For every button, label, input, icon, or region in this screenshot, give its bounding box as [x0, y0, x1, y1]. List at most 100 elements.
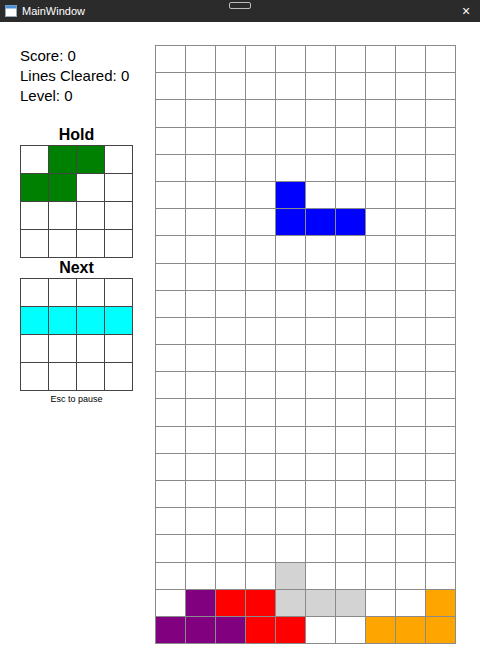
board-cell	[156, 46, 185, 72]
board-cell	[336, 590, 365, 616]
board-cell	[156, 399, 185, 425]
board-cell	[276, 535, 305, 561]
board-cell	[216, 182, 245, 208]
next-cell	[105, 279, 132, 306]
pause-hint: Esc to pause	[20, 392, 133, 406]
snap-handle-icon[interactable]	[229, 2, 251, 9]
hold-cell	[21, 174, 48, 201]
board-cell	[396, 100, 425, 126]
hold-cell	[49, 174, 76, 201]
board-cell	[396, 372, 425, 398]
board-cell	[156, 617, 185, 643]
board-cell	[246, 399, 275, 425]
board-cell	[246, 182, 275, 208]
board-cell	[426, 590, 455, 616]
board-cell	[306, 73, 335, 99]
board-cell	[276, 372, 305, 398]
board-cell	[216, 454, 245, 480]
board-cell	[426, 454, 455, 480]
board-cell	[366, 535, 395, 561]
board-cell	[246, 209, 275, 235]
board-cell	[366, 100, 395, 126]
board-cell	[216, 617, 245, 643]
board-cell	[246, 481, 275, 507]
stat-line: Lines Cleared: 0	[20, 66, 133, 86]
board-cell	[216, 535, 245, 561]
board-cell	[246, 508, 275, 534]
board-cell	[216, 372, 245, 398]
board-cell	[186, 481, 215, 507]
board-cell	[396, 182, 425, 208]
board-cell	[276, 155, 305, 181]
board-cell	[366, 372, 395, 398]
board-cell	[186, 508, 215, 534]
board-cell	[336, 73, 365, 99]
board-cell	[246, 100, 275, 126]
board-cell	[186, 563, 215, 589]
board-cell	[156, 182, 185, 208]
board-cell	[366, 481, 395, 507]
board-cell	[246, 128, 275, 154]
next-cell	[21, 335, 48, 362]
board-cell	[336, 318, 365, 344]
close-button[interactable]: ×	[452, 0, 480, 22]
next-cell	[105, 363, 132, 390]
board-cell	[276, 563, 305, 589]
board-cell	[216, 291, 245, 317]
board-cell	[366, 182, 395, 208]
app-icon	[5, 5, 17, 17]
board-cell	[336, 264, 365, 290]
board-cell	[156, 508, 185, 534]
board-cell	[276, 236, 305, 262]
board-cell	[216, 481, 245, 507]
board-cell	[216, 128, 245, 154]
board-cell	[366, 291, 395, 317]
board-cell	[366, 73, 395, 99]
hold-cell	[49, 146, 76, 173]
board-cell	[186, 590, 215, 616]
board-cell	[156, 372, 185, 398]
hold-cell	[77, 230, 104, 257]
board-cell	[276, 399, 305, 425]
board-cell	[246, 590, 275, 616]
board-cell	[366, 155, 395, 181]
board-cell	[186, 535, 215, 561]
board-cell	[306, 535, 335, 561]
hold-cell	[49, 202, 76, 229]
board-cell	[276, 318, 305, 344]
board-cell	[156, 73, 185, 99]
next-grid	[20, 278, 133, 391]
board-cell	[366, 563, 395, 589]
board-cell	[306, 236, 335, 262]
board-cell	[306, 563, 335, 589]
board-cell	[336, 372, 365, 398]
board-cell	[216, 155, 245, 181]
stat-line: Score: 0	[20, 46, 133, 66]
stat-line: Level: 0	[20, 86, 133, 106]
next-cell	[49, 363, 76, 390]
board-cell	[156, 291, 185, 317]
board-cell	[276, 454, 305, 480]
board-cell	[366, 427, 395, 453]
board-cell	[156, 535, 185, 561]
stats: Score: 0Lines Cleared: 0Level: 0	[20, 46, 133, 106]
board-cell	[426, 100, 455, 126]
board-cell	[306, 508, 335, 534]
board-cell	[366, 128, 395, 154]
board-cell	[336, 209, 365, 235]
board-cell	[156, 318, 185, 344]
board-cell	[156, 427, 185, 453]
board-cell	[426, 46, 455, 72]
board-cell	[246, 46, 275, 72]
board-cell	[366, 46, 395, 72]
board-cell	[246, 454, 275, 480]
next-cell	[49, 307, 76, 334]
window-title: MainWindow	[22, 3, 452, 20]
board-cell	[306, 372, 335, 398]
next-cell	[77, 363, 104, 390]
board-cell	[186, 454, 215, 480]
next-cell	[49, 279, 76, 306]
board-cell	[306, 128, 335, 154]
board-cell	[276, 617, 305, 643]
board-cell	[156, 155, 185, 181]
